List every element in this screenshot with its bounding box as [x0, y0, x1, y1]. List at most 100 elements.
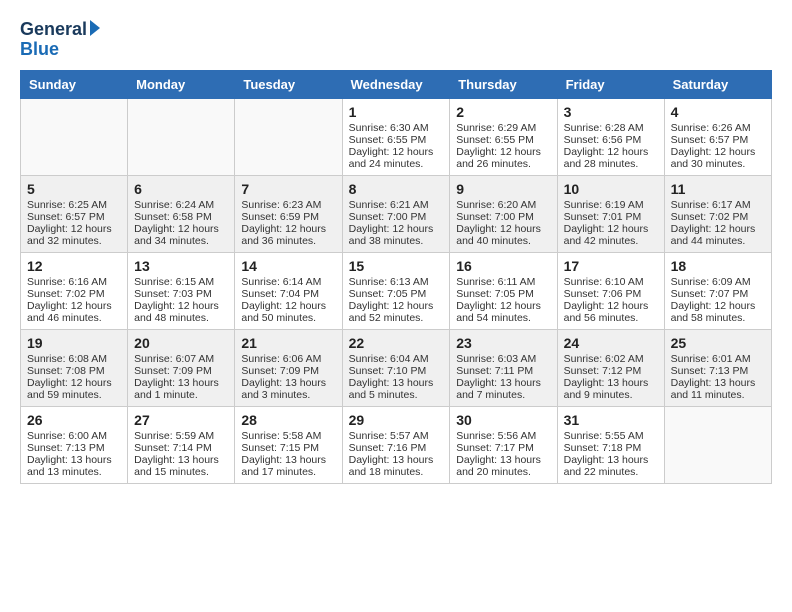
- day-number: 3: [564, 104, 658, 120]
- day-info: and 30 minutes.: [671, 158, 765, 170]
- day-info: Sunrise: 6:00 AM: [27, 430, 121, 442]
- header-friday: Friday: [557, 70, 664, 98]
- day-number: 9: [456, 181, 550, 197]
- day-info: Sunset: 7:12 PM: [564, 365, 658, 377]
- calendar-day: 29Sunrise: 5:57 AMSunset: 7:16 PMDayligh…: [342, 406, 450, 483]
- day-number: 1: [349, 104, 444, 120]
- day-info: Sunset: 6:57 PM: [27, 211, 121, 223]
- calendar-day: 21Sunrise: 6:06 AMSunset: 7:09 PMDayligh…: [235, 329, 342, 406]
- day-number: 18: [671, 258, 765, 274]
- day-info: Sunrise: 5:58 AM: [241, 430, 335, 442]
- day-info: and 34 minutes.: [134, 235, 228, 247]
- day-info: Sunset: 7:07 PM: [671, 288, 765, 300]
- calendar-header-row: SundayMondayTuesdayWednesdayThursdayFrid…: [21, 70, 772, 98]
- day-info: Sunset: 7:04 PM: [241, 288, 335, 300]
- calendar-day: 9Sunrise: 6:20 AMSunset: 7:00 PMDaylight…: [450, 175, 557, 252]
- calendar-day: 7Sunrise: 6:23 AMSunset: 6:59 PMDaylight…: [235, 175, 342, 252]
- day-info: Sunrise: 6:29 AM: [456, 122, 550, 134]
- day-info: Daylight: 12 hours: [671, 223, 765, 235]
- header-monday: Monday: [128, 70, 235, 98]
- day-number: 29: [349, 412, 444, 428]
- day-info: and 46 minutes.: [27, 312, 121, 324]
- header-saturday: Saturday: [664, 70, 771, 98]
- day-info: and 28 minutes.: [564, 158, 658, 170]
- day-info: Sunset: 6:59 PM: [241, 211, 335, 223]
- day-info: Daylight: 12 hours: [134, 300, 228, 312]
- calendar-day: 8Sunrise: 6:21 AMSunset: 7:00 PMDaylight…: [342, 175, 450, 252]
- day-info: and 56 minutes.: [564, 312, 658, 324]
- day-info: Sunset: 7:03 PM: [134, 288, 228, 300]
- day-info: and 42 minutes.: [564, 235, 658, 247]
- day-number: 23: [456, 335, 550, 351]
- day-info: Daylight: 13 hours: [564, 377, 658, 389]
- day-info: Daylight: 13 hours: [134, 454, 228, 466]
- day-info: Daylight: 13 hours: [349, 454, 444, 466]
- day-number: 27: [134, 412, 228, 428]
- calendar-day: 4Sunrise: 6:26 AMSunset: 6:57 PMDaylight…: [664, 98, 771, 175]
- day-info: Sunrise: 6:24 AM: [134, 199, 228, 211]
- day-info: Sunset: 7:01 PM: [564, 211, 658, 223]
- day-info: Sunset: 7:18 PM: [564, 442, 658, 454]
- calendar-day: 13Sunrise: 6:15 AMSunset: 7:03 PMDayligh…: [128, 252, 235, 329]
- calendar-day: 10Sunrise: 6:19 AMSunset: 7:01 PMDayligh…: [557, 175, 664, 252]
- day-info: Sunrise: 5:56 AM: [456, 430, 550, 442]
- day-info: Sunset: 7:02 PM: [671, 211, 765, 223]
- logo-blue: Blue: [20, 39, 59, 59]
- day-info: and 59 minutes.: [27, 389, 121, 401]
- logo-arrow-icon: [90, 20, 100, 36]
- day-info: Daylight: 13 hours: [456, 377, 550, 389]
- day-info: Sunrise: 6:13 AM: [349, 276, 444, 288]
- day-number: 22: [349, 335, 444, 351]
- day-info: Sunset: 7:10 PM: [349, 365, 444, 377]
- day-info: and 9 minutes.: [564, 389, 658, 401]
- day-info: Daylight: 13 hours: [349, 377, 444, 389]
- day-info: Daylight: 13 hours: [134, 377, 228, 389]
- day-info: and 15 minutes.: [134, 466, 228, 478]
- logo-general: General: [20, 20, 87, 40]
- calendar-day: 1Sunrise: 6:30 AMSunset: 6:55 PMDaylight…: [342, 98, 450, 175]
- day-number: 26: [27, 412, 121, 428]
- day-info: Sunrise: 6:26 AM: [671, 122, 765, 134]
- header-tuesday: Tuesday: [235, 70, 342, 98]
- day-info: and 44 minutes.: [671, 235, 765, 247]
- calendar-day: 22Sunrise: 6:04 AMSunset: 7:10 PMDayligh…: [342, 329, 450, 406]
- calendar-day: 26Sunrise: 6:00 AMSunset: 7:13 PMDayligh…: [21, 406, 128, 483]
- day-info: Sunset: 7:08 PM: [27, 365, 121, 377]
- day-number: 30: [456, 412, 550, 428]
- day-info: Daylight: 12 hours: [564, 146, 658, 158]
- day-info: Sunrise: 6:23 AM: [241, 199, 335, 211]
- day-info: Sunrise: 6:07 AM: [134, 353, 228, 365]
- day-info: Daylight: 12 hours: [456, 146, 550, 158]
- day-info: Daylight: 12 hours: [134, 223, 228, 235]
- calendar-day: 28Sunrise: 5:58 AMSunset: 7:15 PMDayligh…: [235, 406, 342, 483]
- calendar-day: 30Sunrise: 5:56 AMSunset: 7:17 PMDayligh…: [450, 406, 557, 483]
- day-info: and 11 minutes.: [671, 389, 765, 401]
- calendar-day: [128, 98, 235, 175]
- calendar-day: 23Sunrise: 6:03 AMSunset: 7:11 PMDayligh…: [450, 329, 557, 406]
- calendar-week-3: 12Sunrise: 6:16 AMSunset: 7:02 PMDayligh…: [21, 252, 772, 329]
- day-info: Sunrise: 6:14 AM: [241, 276, 335, 288]
- day-info: Sunset: 7:05 PM: [456, 288, 550, 300]
- header-wednesday: Wednesday: [342, 70, 450, 98]
- logo: General Blue: [20, 20, 100, 60]
- day-info: Sunset: 7:14 PM: [134, 442, 228, 454]
- day-info: Daylight: 12 hours: [241, 300, 335, 312]
- calendar-day: [664, 406, 771, 483]
- day-info: Daylight: 12 hours: [241, 223, 335, 235]
- day-number: 10: [564, 181, 658, 197]
- header-thursday: Thursday: [450, 70, 557, 98]
- page-header: General Blue: [20, 20, 772, 60]
- day-info: Daylight: 13 hours: [241, 454, 335, 466]
- calendar-day: 18Sunrise: 6:09 AMSunset: 7:07 PMDayligh…: [664, 252, 771, 329]
- day-info: and 1 minute.: [134, 389, 228, 401]
- calendar-body: 1Sunrise: 6:30 AMSunset: 6:55 PMDaylight…: [21, 98, 772, 483]
- day-info: and 24 minutes.: [349, 158, 444, 170]
- day-info: and 5 minutes.: [349, 389, 444, 401]
- day-info: and 38 minutes.: [349, 235, 444, 247]
- day-info: Sunset: 7:05 PM: [349, 288, 444, 300]
- day-number: 15: [349, 258, 444, 274]
- day-number: 16: [456, 258, 550, 274]
- day-info: and 3 minutes.: [241, 389, 335, 401]
- day-info: and 17 minutes.: [241, 466, 335, 478]
- day-info: Sunrise: 6:09 AM: [671, 276, 765, 288]
